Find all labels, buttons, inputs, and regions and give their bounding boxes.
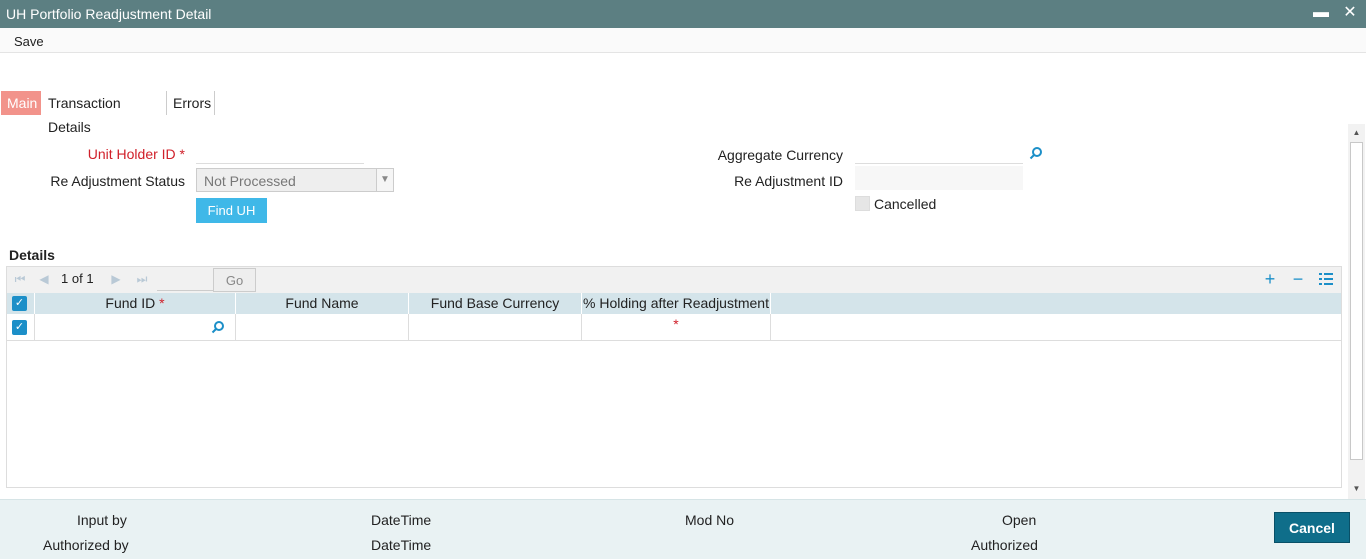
tab-main[interactable]: Main	[1, 91, 41, 115]
fund-id-cell[interactable]	[35, 314, 236, 341]
grid-pager: ⏮ ◀ 1 of 1 ▶ ⏭ Go + −	[7, 267, 1341, 293]
prev-page-icon[interactable]: ◀	[37, 272, 51, 286]
open-status-label: Open	[1002, 512, 1037, 528]
cancelled-checkbox[interactable]	[855, 196, 870, 211]
column-header-fund-base-currency[interactable]: Fund Base Currency	[409, 293, 582, 314]
readjustment-id-field	[855, 166, 1023, 190]
unit-holder-id-label: Unit Holder ID *	[87, 146, 185, 162]
tab-errors[interactable]: Errors	[167, 91, 214, 115]
first-page-icon[interactable]: ⏮	[13, 272, 27, 286]
page-indicator: 1 of 1	[61, 271, 94, 286]
column-header-fund-name[interactable]: Fund Name	[236, 293, 409, 314]
input-datetime-label: DateTime	[371, 512, 432, 528]
readjustment-status-label: Re Adjustment Status	[50, 173, 185, 189]
save-button[interactable]: Save	[14, 34, 44, 49]
next-page-icon[interactable]: ▶	[109, 272, 123, 286]
details-section-title: Details	[9, 247, 55, 263]
delete-row-icon[interactable]: −	[1290, 270, 1306, 288]
fund-base-currency-cell	[409, 314, 582, 341]
select-all-checkbox[interactable]: ✓	[12, 296, 27, 311]
authorized-by-label: Authorized by	[43, 537, 129, 553]
minimize-icon[interactable]: ▬	[1312, 4, 1330, 22]
close-icon[interactable]: ✕	[1341, 4, 1359, 22]
single-view-icon[interactable]	[1318, 272, 1334, 286]
aggregate-currency-field[interactable]	[855, 140, 1023, 164]
readjustment-id-label: Re Adjustment ID	[734, 173, 843, 189]
tab-transaction-details[interactable]: Transaction Details	[42, 91, 166, 135]
holding-pct-cell[interactable]	[582, 314, 771, 341]
mod-no-label: Mod No	[685, 512, 735, 528]
authorized-status-label: Authorized	[971, 537, 1038, 553]
window-title: UH Portfolio Readjustment Detail	[6, 6, 212, 22]
toolbar: Save	[0, 28, 1366, 53]
cancelled-label: Cancelled	[874, 196, 937, 212]
audit-footer: Input by Authorized by DateTime DateTime…	[0, 499, 1366, 559]
find-uh-button[interactable]: Find UH	[196, 198, 267, 223]
table-row: ✓	[7, 314, 1341, 341]
row-checkbox[interactable]: ✓	[12, 320, 27, 335]
row-select-cell: ✓	[7, 314, 35, 341]
select-all-cell: ✓	[7, 293, 35, 314]
details-grid: ⏮ ◀ 1 of 1 ▶ ⏭ Go + − ✓ Fund ID * Fund N…	[6, 266, 1342, 488]
last-page-icon[interactable]: ⏭	[135, 272, 149, 286]
cancel-button[interactable]: Cancel	[1274, 512, 1350, 543]
unit-holder-id-field[interactable]	[196, 140, 364, 164]
window-titlebar: UH Portfolio Readjustment Detail ▬ ✕	[0, 0, 1366, 28]
vertical-scrollbar[interactable]: ▲ ▼	[1348, 124, 1365, 499]
go-button[interactable]: Go	[213, 268, 256, 292]
chevron-down-icon: ▼	[376, 169, 393, 191]
search-icon[interactable]	[1029, 146, 1043, 160]
readjustment-status-value: Not Processed	[204, 173, 296, 189]
scrollbar-thumb[interactable]	[1350, 142, 1363, 460]
input-by-label: Input by	[77, 512, 127, 528]
aggregate-currency-label: Aggregate Currency	[717, 147, 843, 163]
page-number-input[interactable]	[157, 269, 213, 291]
add-row-icon[interactable]: +	[1262, 270, 1278, 288]
grid-header: ✓ Fund ID * Fund Name Fund Base Currency…	[7, 293, 1341, 332]
scroll-down-icon[interactable]: ▼	[1348, 482, 1365, 496]
scroll-up-icon[interactable]: ▲	[1348, 126, 1365, 140]
fund-name-cell	[236, 314, 409, 341]
search-icon[interactable]	[211, 320, 225, 334]
column-header-fund-id[interactable]: Fund ID *	[35, 293, 236, 314]
readjustment-status-select[interactable]: Not Processed ▼	[196, 168, 394, 192]
authorized-datetime-label: DateTime	[371, 537, 432, 553]
column-header-holding-after-readjustment[interactable]: % Holding after Readjustment *	[582, 293, 771, 332]
tab-divider	[214, 91, 215, 115]
